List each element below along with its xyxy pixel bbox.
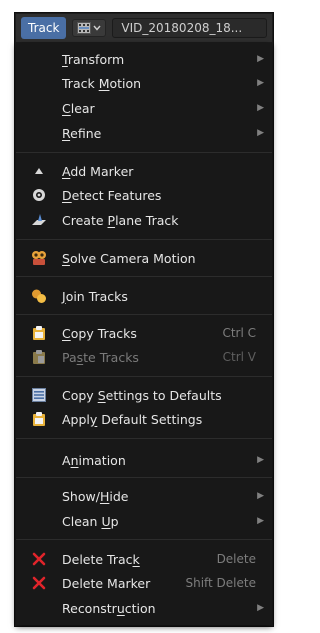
delete-x-icon [31,551,47,567]
delete-x-icon [31,575,47,591]
track-dropdown-menu: Transform ▶ Track Motion ▶ Clear ▶ Refin… [16,43,272,625]
menu-item-label: Delete Marker [62,575,151,591]
menu-separator [16,314,272,315]
menu-item-label: Paste Tracks [62,349,139,365]
detect-features-icon [31,187,47,203]
submenu-arrow-icon: ▶ [257,78,264,88]
paste-icon [31,349,47,365]
menu-item-label: Refine [62,125,102,141]
menu-item-add-marker[interactable]: Add Marker [16,159,272,183]
camera-solve-icon [31,250,47,266]
menu-item-label: Apply Default Settings [62,411,203,427]
menu-item-label: Clean Up [62,513,119,529]
apply-settings-icon [31,411,47,427]
menu-item-label: Create Plane Track [62,212,179,228]
chevron-down-icon [93,25,101,31]
menu-item-label: Transform [62,51,125,67]
menu-item-clean-up[interactable]: Clean Up ▶ [16,509,272,533]
submenu-arrow-icon: ▶ [257,455,264,465]
menu-item-create-plane-track[interactable]: Create Plane Track [16,208,272,232]
menu-item-paste-tracks[interactable]: Paste Tracks Ctrl V [16,345,272,369]
menu-separator [16,239,272,240]
submenu-arrow-icon: ▶ [257,491,264,501]
clip-name-field[interactable]: VID_20180208_18... [112,18,267,38]
menu-item-delete-marker[interactable]: Delete Marker Shift Delete [16,571,272,595]
menu-item-label: Reconstruction [62,600,156,616]
track-menu-button[interactable]: Track [21,17,67,39]
menu-item-track-motion[interactable]: Track Motion ▶ [16,71,272,95]
submenu-arrow-icon: ▶ [257,54,264,64]
menu-separator [16,477,272,478]
menu-item-label: Delete Track [62,551,140,567]
menu-item-label: Show/Hide [62,488,129,504]
menu-separator [16,376,272,377]
menu-item-solve-camera-motion[interactable]: Solve Camera Motion [16,246,272,270]
menu-item-reconstruction[interactable]: Reconstruction ▶ [16,596,272,620]
menu-item-transform[interactable]: Transform ▶ [16,47,272,71]
menu-item-label: Copy Settings to Defaults [62,387,222,403]
settings-preset-icon [31,387,47,403]
menu-item-copy-settings-to-defaults[interactable]: Copy Settings to Defaults [16,383,272,407]
menu-item-animation[interactable]: Animation ▶ [16,448,272,472]
menu-separator [16,438,272,439]
join-tracks-icon [31,288,47,304]
shortcut-copy: Ctrl C [222,326,256,340]
menu-item-detect-features[interactable]: Detect Features [16,183,272,207]
menu-item-clear[interactable]: Clear ▶ [16,96,272,120]
marker-icon [31,163,47,179]
menu-item-show-hide[interactable]: Show/Hide ▶ [16,484,272,508]
submenu-arrow-icon: ▶ [257,128,264,138]
menu-separator [16,152,272,153]
copy-icon [31,325,47,341]
menu-item-label: Clear [62,100,95,116]
menu-separator [16,539,272,540]
clip-editor-icon [77,22,92,34]
menu-item-join-tracks[interactable]: Join Tracks [16,284,272,308]
menu-item-label: Solve Camera Motion [62,250,196,266]
menu-item-label: Detect Features [62,187,162,203]
menu-item-label: Copy Tracks [62,325,137,341]
submenu-arrow-icon: ▶ [257,603,264,613]
editor-header: Track VID_20180208_18... [16,14,272,42]
menu-item-refine[interactable]: Refine ▶ [16,121,272,145]
shortcut-delete: Delete [216,552,256,566]
menu-item-label: Join Tracks [62,288,128,304]
menu-item-copy-tracks[interactable]: Copy Tracks Ctrl C [16,321,272,345]
shortcut-shift-delete: Shift Delete [185,576,256,590]
menu-item-apply-default-settings[interactable]: Apply Default Settings [16,407,272,431]
editor-type-selector[interactable] [72,19,107,37]
plane-track-icon [31,212,47,228]
menu-separator [16,276,272,277]
submenu-arrow-icon: ▶ [257,103,264,113]
submenu-arrow-icon: ▶ [257,516,264,526]
menu-item-label: Add Marker [62,163,134,179]
menu-item-label: Animation [62,452,126,468]
shortcut-paste: Ctrl V [222,350,256,364]
clip-editor-window: Track VID_20180208_18... Transform ▶ Tra… [14,12,274,627]
menu-item-delete-track[interactable]: Delete Track Delete [16,547,272,571]
menu-item-label: Track Motion [62,75,142,91]
